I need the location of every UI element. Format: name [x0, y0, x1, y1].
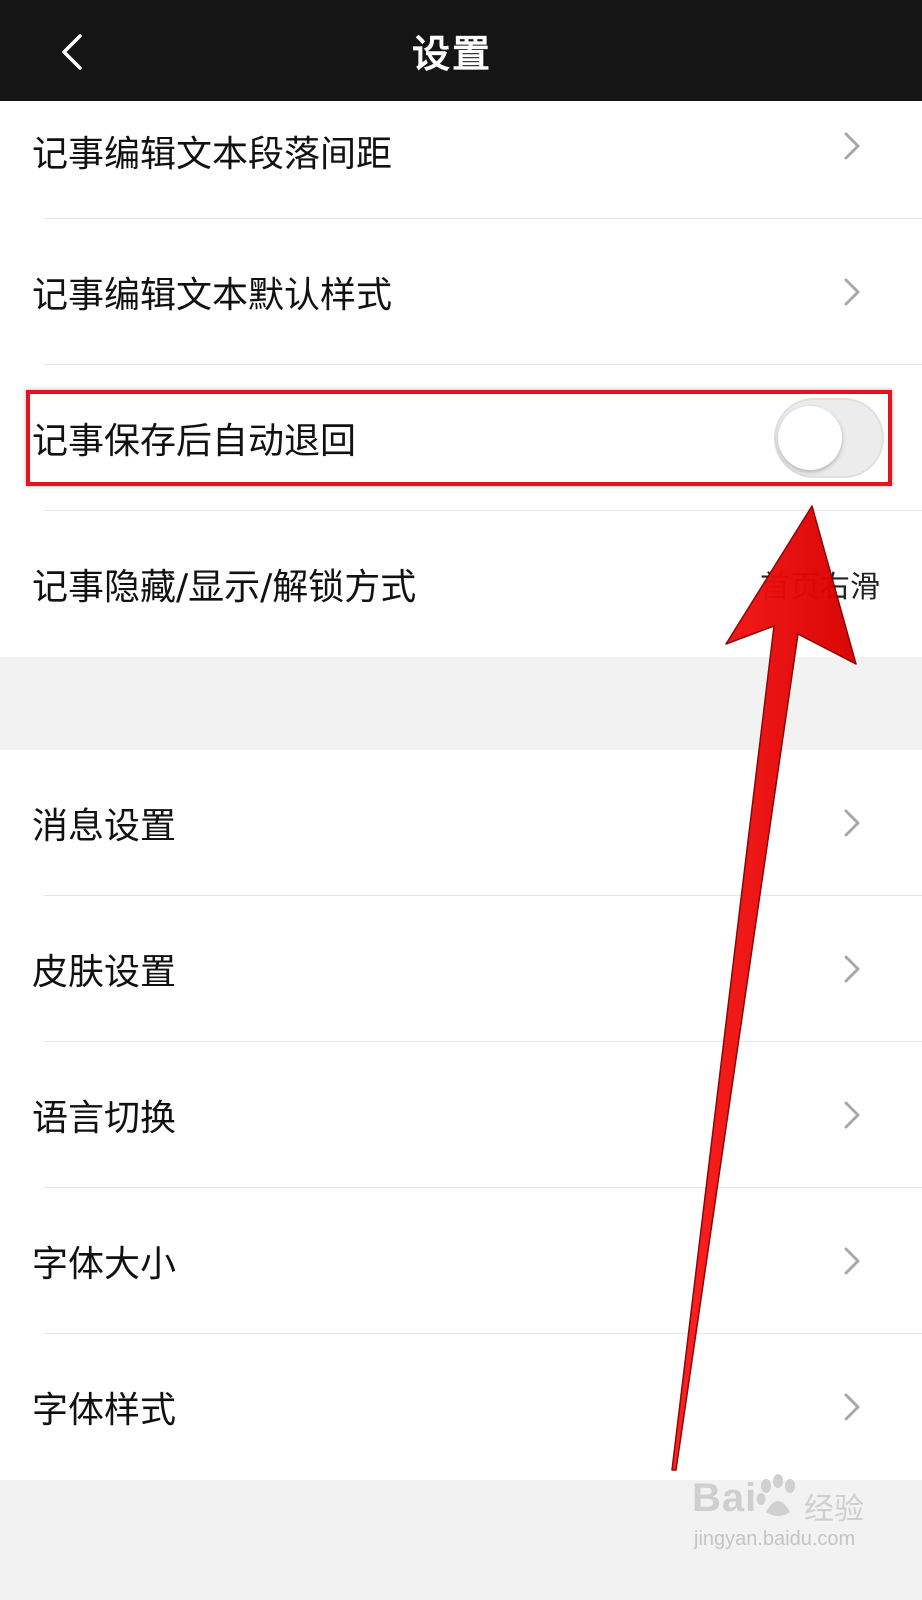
chevron-right-icon	[844, 1393, 860, 1421]
settings-group-general: 消息设置 皮肤设置 语言切换 字体大小 字体样式	[0, 750, 922, 1480]
setting-label: 字体样式	[32, 1390, 177, 1431]
toggle-knob	[778, 406, 842, 470]
auto-return-toggle[interactable]	[774, 398, 884, 478]
setting-label: 字体大小	[32, 1244, 177, 1285]
watermark-suffix: 经验	[804, 1493, 864, 1526]
setting-label: 记事编辑文本默认样式	[32, 275, 393, 316]
setting-font-size[interactable]: 字体大小	[0, 1188, 922, 1334]
setting-auto-return-after-save: 记事保存后自动退回	[0, 365, 922, 511]
setting-label: 语言切换	[32, 1098, 177, 1139]
setting-skin[interactable]: 皮肤设置	[0, 896, 922, 1042]
setting-label: 皮肤设置	[32, 952, 177, 993]
setting-message[interactable]: 消息设置	[0, 750, 922, 896]
back-button[interactable]	[52, 30, 92, 74]
setting-language[interactable]: 语言切换	[0, 1042, 922, 1188]
baidu-jingyan-watermark: Bai 经验 jingyan.baidu.com	[692, 1472, 882, 1552]
setting-value: 首页右滑	[760, 570, 880, 605]
setting-hide-show-unlock[interactable]: 记事隐藏/显示/解锁方式 首页右滑	[0, 511, 922, 657]
watermark-brand: Bai	[692, 1476, 758, 1520]
setting-font-style[interactable]: 字体样式	[0, 1334, 922, 1480]
setting-label: 记事保存后自动退回	[32, 421, 357, 462]
setting-paragraph-spacing[interactable]: 记事编辑文本段落间距	[0, 101, 922, 219]
page-title: 设置	[411, 32, 492, 76]
setting-label: 记事隐藏/显示/解锁方式	[32, 567, 417, 608]
paw-logo-icon	[756, 1474, 795, 1516]
chevron-right-icon	[844, 1247, 860, 1275]
chevron-right-icon	[844, 809, 860, 837]
chevron-right-icon	[844, 1101, 860, 1129]
setting-default-text-style[interactable]: 记事编辑文本默认样式	[0, 219, 922, 365]
chevron-left-icon	[62, 34, 82, 70]
nav-bar: 设置	[0, 0, 922, 101]
setting-label: 消息设置	[32, 806, 177, 847]
setting-label: 记事编辑文本段落间距	[32, 134, 393, 175]
chevron-right-icon	[844, 278, 860, 306]
watermark-url: jingyan.baidu.com	[694, 1528, 856, 1550]
chevron-right-icon	[844, 955, 860, 983]
settings-group-editing: 记事编辑文本段落间距 记事编辑文本默认样式 记事保存后自动退回 记事隐藏/显示/…	[0, 101, 922, 657]
chevron-right-icon	[844, 132, 860, 160]
